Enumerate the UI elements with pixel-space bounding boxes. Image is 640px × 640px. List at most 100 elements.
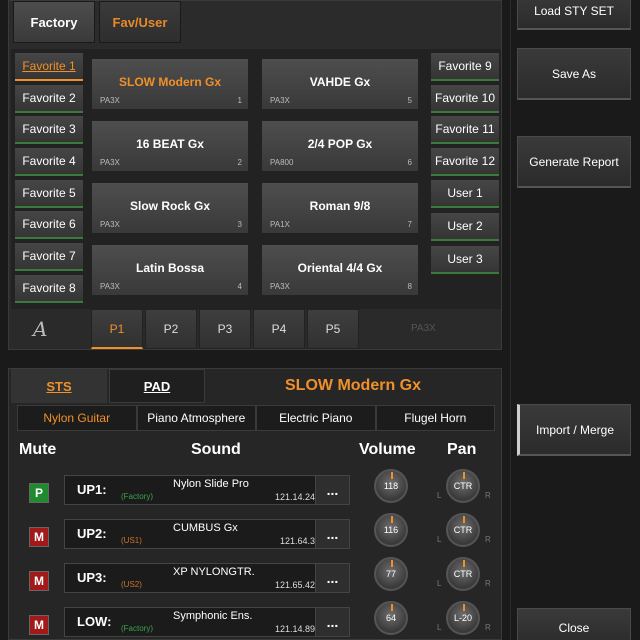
volume-knob[interactable]: 64 [374, 601, 408, 635]
volume-value: 64 [385, 613, 396, 623]
favorite-button[interactable]: Favorite 1 [15, 53, 83, 81]
pan-right-label: R [485, 623, 491, 632]
tab-factory[interactable]: Factory [13, 1, 95, 43]
favorite-button[interactable]: Favorite 10 [431, 85, 499, 113]
style-browser-panel: Factory Fav/User Favorite 1 Favorite 2 F… [8, 0, 502, 350]
favorite-button[interactable]: Favorite 9 [431, 53, 499, 81]
tab-fav-user[interactable]: Fav/User [99, 1, 181, 43]
track-label: UP3: [77, 570, 107, 585]
pan-left-label: L [437, 535, 442, 544]
selected-style-title: SLOW Modern Gx [285, 377, 421, 394]
page-button-p3[interactable]: P3 [199, 309, 251, 349]
import-merge-button[interactable]: Import / Merge [517, 404, 631, 456]
sound-bank: (Factory) [121, 492, 153, 501]
user-button[interactable]: User 2 [431, 213, 499, 241]
volume-column-header: Volume [359, 441, 416, 458]
sound-name: Symphonic Ens. [173, 610, 253, 622]
page-button-p5[interactable]: P5 [307, 309, 359, 349]
save-as-button[interactable]: Save As [517, 48, 631, 100]
user-button[interactable]: User 1 [431, 180, 499, 208]
more-options-button[interactable]: ... [315, 476, 349, 504]
page-button-p4[interactable]: P4 [253, 309, 305, 349]
style-grid: Favorite 1 Favorite 2 Favorite 3 Favorit… [11, 49, 501, 309]
style-name: VAHDE Gx [309, 75, 371, 89]
load-sty-set-button[interactable]: Load STY SET [517, 0, 631, 30]
favorite-button[interactable]: Favorite 5 [15, 180, 83, 208]
user-button[interactable]: User 3 [431, 246, 499, 274]
favorite-button[interactable]: Favorite 12 [431, 148, 499, 176]
more-options-button[interactable]: ... [315, 608, 349, 636]
favorite-button[interactable]: Favorite 7 [15, 243, 83, 271]
style-bank: PA3X [100, 158, 120, 167]
style-slot-3[interactable]: Slow Rock Gx PA3X 3 [91, 182, 249, 234]
style-slot-1[interactable]: SLOW Modern Gx PA3X 1 [91, 58, 249, 110]
style-slot-7[interactable]: Roman 9/8 PA1X 7 [261, 182, 419, 234]
favorite-button[interactable]: Favorite 2 [15, 85, 83, 113]
track-label: LOW: [77, 614, 112, 629]
sound-name: Nylon Slide Pro [173, 478, 249, 490]
sts-panel: STS PAD SLOW Modern Gx Nylon Guitar Pian… [8, 368, 502, 640]
sts-preset-tab[interactable]: Piano Atmosphere [136, 405, 256, 431]
style-bank: PA3X [270, 96, 290, 105]
mute-toggle[interactable]: P [29, 483, 49, 503]
generate-report-button[interactable]: Generate Report [517, 136, 631, 188]
track-label: UP1: [77, 482, 107, 497]
style-name: Roman 9/8 [309, 199, 371, 213]
volume-knob[interactable]: 118 [374, 469, 408, 503]
close-button[interactable]: Close [517, 608, 631, 640]
favorite-button[interactable]: Favorite 3 [15, 116, 83, 144]
pan-knob[interactable]: CTR [446, 469, 480, 503]
sound-field[interactable]: UP3: XP NYLONGTR. (US2) 121.65.42 ... [64, 563, 350, 593]
program-number: 121.14.24 [274, 492, 315, 502]
track-row-up3: M UP3: XP NYLONGTR. (US2) 121.65.42 ... … [9, 557, 503, 603]
pan-knob[interactable]: L-20 [446, 601, 480, 635]
mute-toggle[interactable]: M [29, 615, 49, 635]
sts-preset-tab[interactable]: Electric Piano [256, 405, 376, 431]
volume-knob[interactable]: 77 [374, 557, 408, 591]
volume-knob[interactable]: 116 [374, 513, 408, 547]
favorite-button[interactable]: Favorite 11 [431, 116, 499, 144]
mute-toggle[interactable]: M [29, 527, 49, 547]
style-slot-5[interactable]: VAHDE Gx PA3X 5 [261, 58, 419, 110]
page-button-p1[interactable]: P1 [91, 309, 143, 349]
knob-indicator [391, 560, 393, 567]
volume-value: 116 [383, 525, 399, 535]
style-number: 4 [237, 282, 242, 291]
pan-value: CTR [453, 481, 473, 491]
sound-column-header: Sound [191, 441, 241, 458]
pan-knob[interactable]: CTR [446, 513, 480, 547]
favorite-button[interactable]: Favorite 4 [15, 148, 83, 176]
sts-preset-bar: Nylon Guitar Piano Atmosphere Electric P… [17, 405, 495, 431]
program-number: 121.64.3 [279, 536, 315, 546]
style-number: 5 [407, 96, 412, 105]
sts-preset-tab[interactable]: Nylon Guitar [17, 405, 137, 431]
sound-field[interactable]: UP2: CUMBUS Gx (US1) 121.64.3 ... [64, 519, 350, 549]
pan-value: CTR [453, 569, 473, 579]
page-button-p2[interactable]: P2 [145, 309, 197, 349]
style-slot-6[interactable]: 2/4 POP Gx PA800 6 [261, 120, 419, 172]
favorite-button[interactable]: Favorite 8 [15, 275, 83, 303]
favorite-button[interactable]: Favorite 6 [15, 211, 83, 239]
font-a-icon[interactable]: A [33, 317, 47, 341]
sound-bank: (Factory) [121, 624, 153, 633]
sound-bank: (US1) [121, 536, 142, 545]
knob-indicator [463, 516, 465, 523]
knob-indicator [391, 604, 393, 611]
style-slot-4[interactable]: Latin Bossa PA3X 4 [91, 244, 249, 296]
style-number: 8 [407, 282, 412, 291]
more-options-button[interactable]: ... [315, 564, 349, 592]
mute-toggle[interactable]: M [29, 571, 49, 591]
tab-sts[interactable]: STS [11, 369, 107, 403]
sound-name: XP NYLONGTR. [173, 566, 255, 578]
sts-preset-tab[interactable]: Flugel Horn [375, 405, 495, 431]
style-name: Latin Bossa [135, 261, 204, 275]
pan-knob[interactable]: CTR [446, 557, 480, 591]
style-slot-8[interactable]: Oriental 4/4 Gx PA3X 8 [261, 244, 419, 296]
sound-field[interactable]: LOW: Symphonic Ens. (Factory) 121.14.89 … [64, 607, 350, 637]
more-options-button[interactable]: ... [315, 520, 349, 548]
style-bank: PA3X [100, 96, 120, 105]
sound-field[interactable]: UP1: Nylon Slide Pro (Factory) 121.14.24… [64, 475, 350, 505]
tab-pad[interactable]: PAD [109, 369, 205, 403]
style-slot-2[interactable]: 16 BEAT Gx PA3X 2 [91, 120, 249, 172]
style-number: 7 [407, 220, 412, 229]
